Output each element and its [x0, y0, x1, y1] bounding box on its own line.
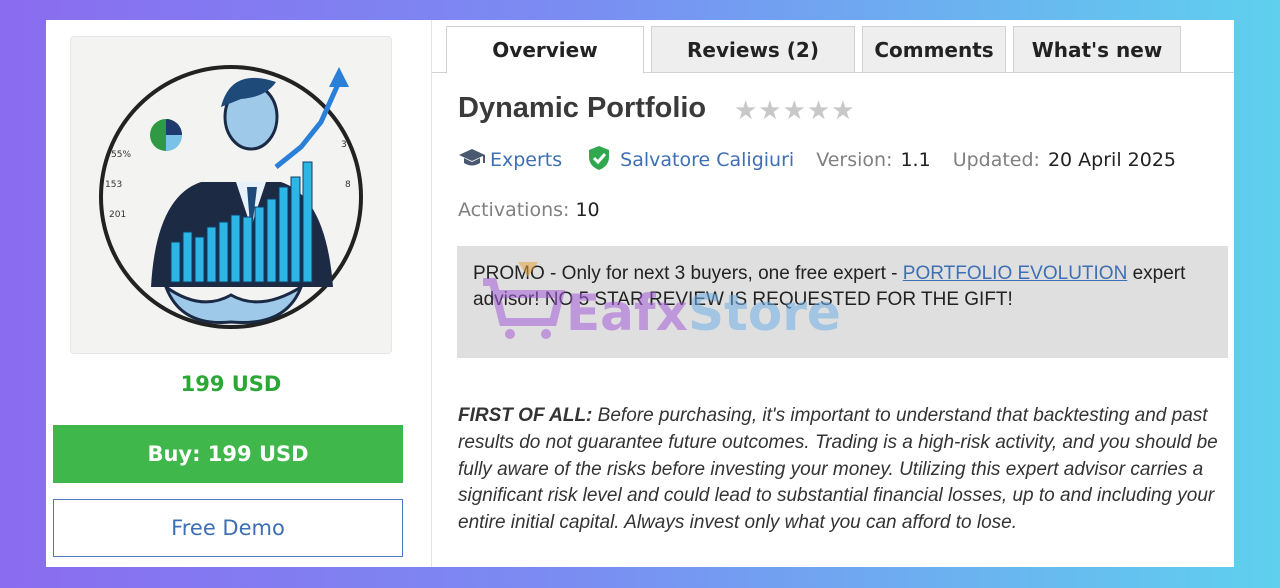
- promo-prefix: PROMO - Only for next 3 buyers, one free…: [473, 263, 903, 284]
- promo-link[interactable]: PORTFOLIO EVOLUTION: [903, 263, 1128, 284]
- buy-button[interactable]: Buy: 199 USD: [53, 425, 403, 483]
- product-image: 55% 153 201 3 8: [70, 36, 392, 354]
- updated-value: 20 April 2025: [1047, 149, 1177, 171]
- author-link[interactable]: Salvatore Caligiuri: [620, 149, 794, 171]
- description-lead: FIRST OF ALL:: [458, 405, 593, 426]
- product-description: FIRST OF ALL: Before purchasing, it's im…: [458, 403, 1230, 537]
- product-meta: Experts Salvatore Caligiuri Version: 1.1…: [458, 145, 1176, 175]
- tab-bar: Overview Reviews (2) Comments What's new: [446, 26, 1234, 74]
- updated-label: Updated:: [952, 149, 1040, 171]
- category-link[interactable]: Experts: [490, 149, 562, 171]
- trader-illustration-icon: 55% 153 201 3 8: [99, 65, 363, 329]
- svg-text:8: 8: [345, 180, 351, 190]
- version-label: Version:: [816, 149, 893, 171]
- product-card: 55% 153 201 3 8 199 USD Buy: 199 USD Fre…: [46, 20, 1234, 567]
- verified-shield-icon: [586, 145, 620, 176]
- tab-overview[interactable]: Overview: [446, 26, 644, 74]
- tab-comments[interactable]: Comments: [862, 26, 1006, 73]
- version-value: 1.1: [900, 149, 931, 171]
- free-demo-button[interactable]: Free Demo: [53, 499, 403, 557]
- product-sidebar: 55% 153 201 3 8 199 USD Buy: 199 USD Fre…: [46, 20, 432, 567]
- svg-text:55%: 55%: [111, 150, 131, 160]
- product-title: Dynamic Portfolio: [458, 92, 707, 124]
- tab-reviews[interactable]: Reviews (2): [651, 26, 855, 73]
- activations-label: Activations:: [458, 199, 570, 221]
- promo-box: PROMO - Only for next 3 buyers, one free…: [457, 246, 1228, 358]
- graduation-cap-icon: [458, 147, 490, 174]
- activations-value: 10: [575, 199, 600, 221]
- activations: Activations: 10: [458, 199, 600, 221]
- svg-text:3: 3: [341, 140, 347, 150]
- svg-text:153: 153: [105, 180, 122, 190]
- tab-whats-new[interactable]: What's new: [1013, 26, 1181, 73]
- rating-stars[interactable]: ★★★★★: [734, 96, 856, 126]
- product-price: 199 USD: [180, 372, 282, 396]
- svg-text:201: 201: [109, 210, 126, 220]
